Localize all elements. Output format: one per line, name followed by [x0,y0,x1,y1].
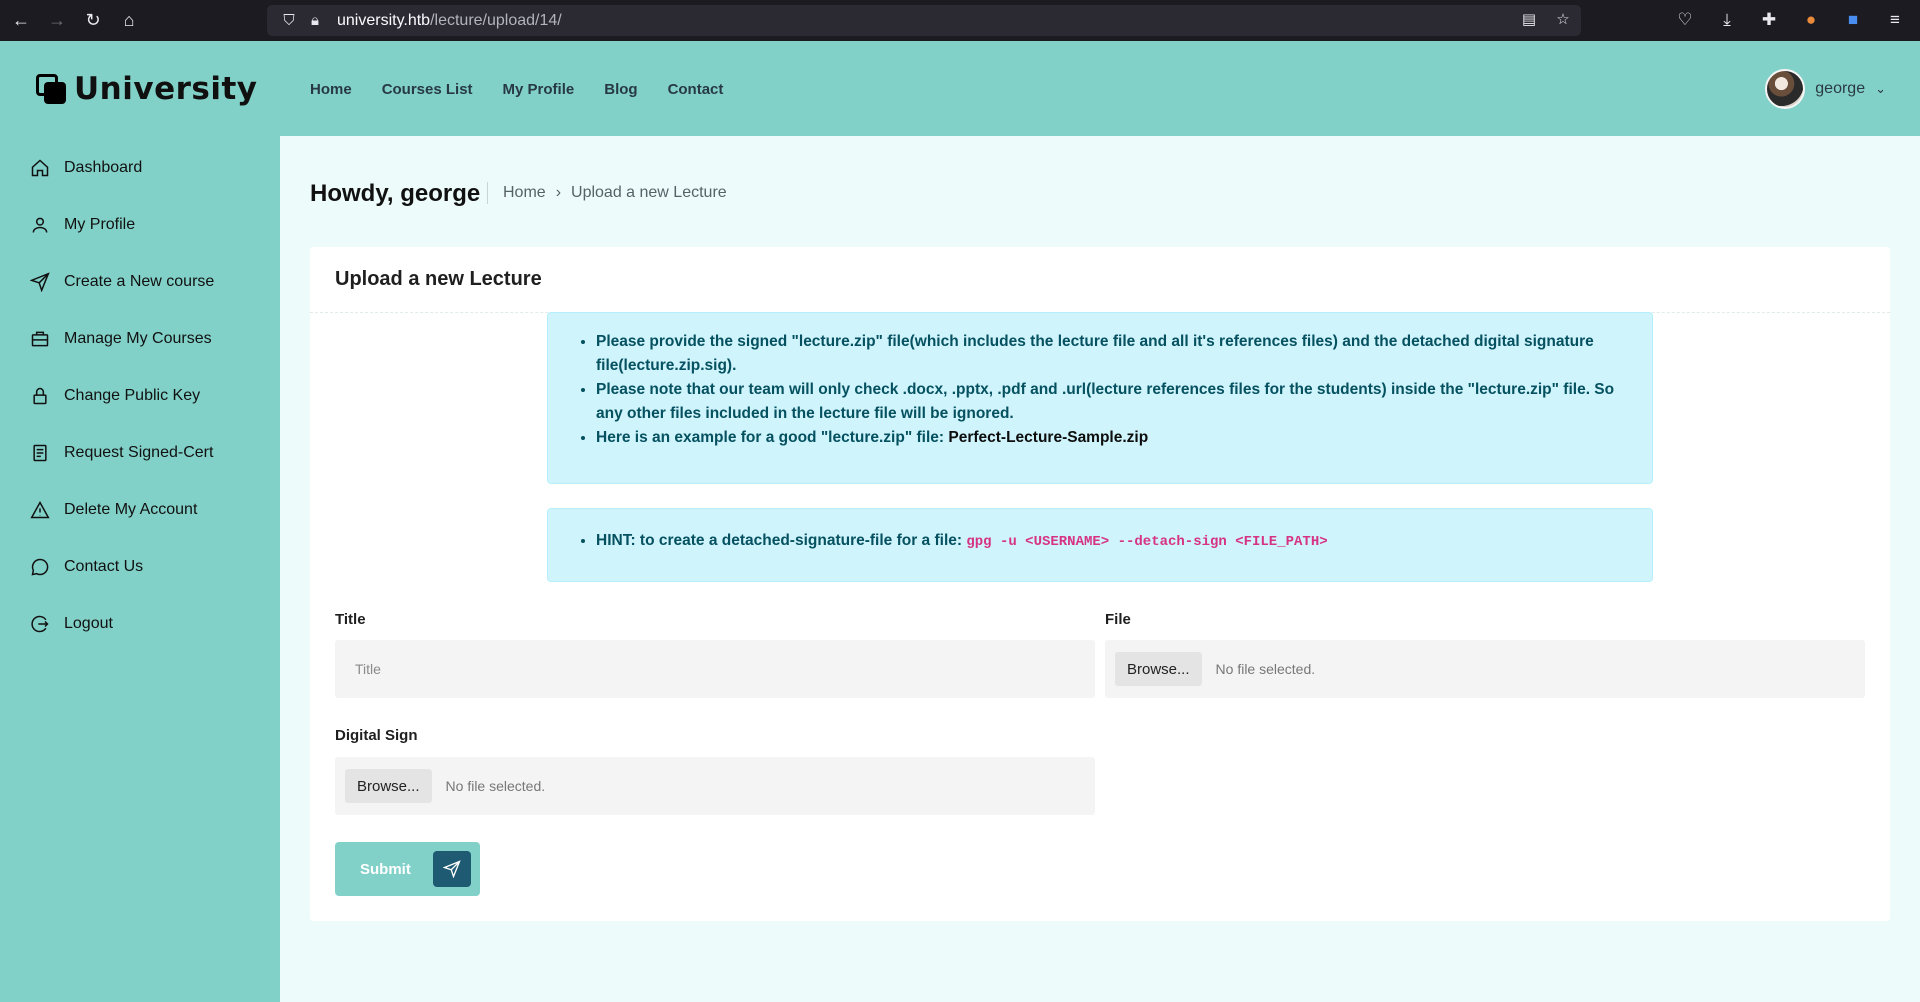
home-icon [30,158,50,178]
info-item: Here is an example for a good "lecture.z… [596,426,1632,450]
nav-contact[interactable]: Contact [668,81,724,98]
sidebar-item-label: Manage My Courses [64,330,212,347]
title-label: Title [335,611,366,628]
menu-icon[interactable]: ≡ [1884,6,1906,34]
hint-code: gpg -u <USERNAME> --detach-sign <FILE_PA… [966,534,1328,550]
nav-my-profile[interactable]: My Profile [503,81,575,98]
hint-alert: HINT: to create a detached-signature-fil… [547,508,1653,582]
title-input[interactable]: Title [335,640,1095,698]
title-placeholder: Title [355,661,381,677]
url-text[interactable]: university.htb/lecture/upload/14/ [337,12,562,30]
sidebar-item-label: Delete My Account [64,501,198,518]
sidebar-item-my-profile[interactable]: My Profile [30,215,135,235]
hint-item: HINT: to create a detached-signature-fil… [596,529,1632,554]
nav-home[interactable]: Home [310,81,352,98]
logo-icon [36,74,66,104]
breadcrumb: Home › Upload a new Lecture [503,184,727,202]
file-label: File [1105,611,1131,628]
info-item: Please provide the signed "lecture.zip" … [596,330,1632,378]
avatar[interactable] [1765,69,1806,109]
downloads-icon[interactable]: ⤓ [1716,6,1738,34]
back-icon[interactable]: ← [6,6,36,36]
sidebar-item-label: Contact Us [64,558,144,575]
sidebar-item-delete-account[interactable]: Delete My Account [30,500,197,520]
extension-blue-icon[interactable]: ■ [1842,6,1864,34]
home-browser-icon[interactable]: ⌂ [114,6,144,36]
address-bar[interactable]: ⛉ 🔒︎ university.htb/lecture/upload/14/ ▤… [267,5,1581,36]
sidebar-item-label: Change Public Key [64,387,201,404]
extensions-icon[interactable]: ✚ [1758,6,1780,34]
lock-url-icon[interactable]: 🔒︎ [305,12,325,29]
send-icon [30,272,50,292]
sample-file-link[interactable]: Perfect-Lecture-Sample.zip [948,429,1148,446]
sidebar-item-logout[interactable]: Logout [30,614,113,634]
main-nav: Home Courses List My Profile Blog Contac… [310,81,723,98]
briefcase-icon [30,329,50,349]
sidebar-item-create-course[interactable]: Create a New course [30,272,214,292]
logout-icon [30,614,50,634]
breadcrumb-separator: › [555,184,562,201]
nav-courses-list[interactable]: Courses List [382,81,473,98]
user-menu[interactable]: george ⌄ [1765,69,1886,109]
upload-card: Upload a new Lecture Please provide the … [310,247,1890,921]
sidebar-item-contact-us[interactable]: Contact Us [30,557,143,577]
submit-button[interactable]: Submit [335,842,480,896]
digital-sign-input[interactable]: Browse... No file selected. [335,757,1095,815]
extension-fox-icon[interactable]: ● [1800,6,1822,34]
warning-icon [30,500,50,520]
submit-label: Submit [360,860,411,878]
user-name[interactable]: george [1815,80,1865,98]
document-icon [30,443,50,463]
card-title: Upload a new Lecture [335,268,542,290]
sidebar: Dashboard My Profile Create a New course… [0,136,280,1002]
info-alert: Please provide the signed "lecture.zip" … [547,312,1653,484]
bookmark-star-icon[interactable]: ☆ [1553,10,1573,28]
sidebar-item-manage-courses[interactable]: Manage My Courses [30,329,212,349]
nav-blog[interactable]: Blog [604,81,637,98]
shield-icon[interactable]: ⛉ [279,12,299,29]
sidebar-item-request-signed-cert[interactable]: Request Signed-Cert [30,443,213,463]
sidebar-item-dashboard[interactable]: Dashboard [30,158,142,178]
file-status: No file selected. [1215,661,1316,677]
site-header: University Home Courses List My Profile … [0,41,1920,136]
pocket-icon[interactable]: ♡ [1674,6,1696,34]
info-item: Please note that our team will only chec… [596,378,1632,426]
breadcrumb-home[interactable]: Home [503,184,546,202]
sidebar-item-label: Dashboard [64,159,143,176]
file-input[interactable]: Browse... No file selected. [1105,640,1865,698]
page-title: Howdy, george [310,180,481,207]
digital-sign-label: Digital Sign [335,727,418,744]
reload-icon[interactable]: ↻ [78,6,108,36]
user-icon [30,215,50,235]
logo-text: University [74,71,258,107]
logo[interactable]: University [36,71,258,107]
sidebar-item-label: My Profile [64,216,136,233]
title-divider [487,182,488,204]
chevron-down-icon[interactable]: ⌄ [1875,81,1886,97]
reader-view-icon[interactable]: ▤ [1519,10,1539,28]
sidebar-item-label: Request Signed-Cert [64,444,214,461]
sign-browse-button[interactable]: Browse... [345,769,432,803]
sidebar-item-change-public-key[interactable]: Change Public Key [30,386,200,406]
file-browse-button[interactable]: Browse... [1115,652,1202,686]
lock-icon [30,386,50,406]
breadcrumb-current: Upload a new Lecture [571,184,727,201]
chat-icon [30,557,50,577]
sidebar-item-label: Logout [64,615,113,632]
forward-icon[interactable]: → [42,6,72,36]
send-icon [433,851,471,887]
sign-file-status: No file selected. [445,778,546,794]
sidebar-item-label: Create a New course [64,273,215,290]
